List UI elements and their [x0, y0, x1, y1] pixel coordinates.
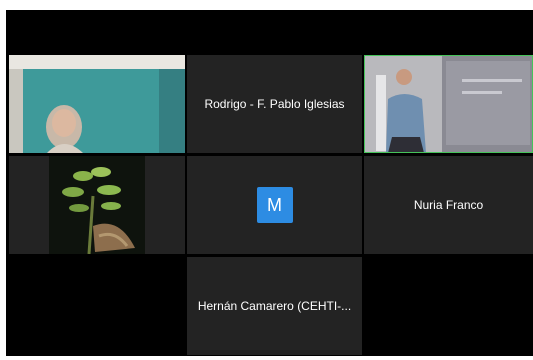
webcam-video-feed	[364, 55, 533, 153]
webcam-video-feed	[9, 55, 185, 153]
participant-tile-2[interactable]: Rodrigo - F. Pablo Iglesias	[187, 55, 362, 153]
participant-avatar-tile-5[interactable]: M	[187, 156, 362, 254]
video-gallery-window: Rodrigo - F. Pablo Iglesias M Nuria Fran…	[6, 10, 533, 356]
avatar: M	[256, 187, 293, 223]
participant-video-tile-1[interactable]	[9, 55, 185, 153]
participant-name: Rodrigo - F. Pablo Iglesias	[204, 97, 345, 111]
participant-tile-6[interactable]: Nuria Franco	[364, 156, 533, 254]
participant-name: Hernán Camarero (CEHTI-...	[197, 299, 352, 313]
participant-video-tile-4[interactable]	[9, 156, 185, 254]
plant-profile-image	[49, 156, 145, 254]
participant-video-tile-3-active-speaker[interactable]	[364, 55, 533, 153]
participant-name: Nuria Franco	[413, 198, 484, 212]
participant-tile-7[interactable]: Hernán Camarero (CEHTI-...	[187, 257, 362, 355]
avatar-letter: M	[267, 194, 282, 215]
